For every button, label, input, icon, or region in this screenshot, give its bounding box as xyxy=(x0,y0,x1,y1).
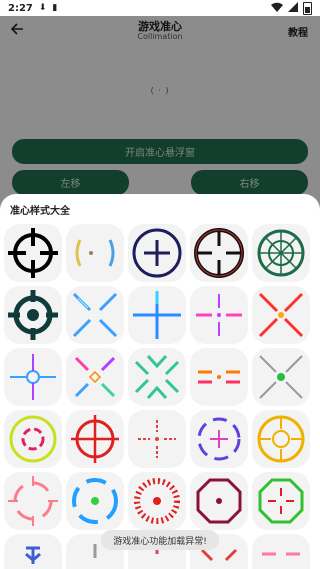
toast-message: 游戏准心功能加载异常! xyxy=(101,530,219,550)
crosshair-icon xyxy=(194,228,244,278)
crosshair-style-item[interactable] xyxy=(128,286,186,344)
crosshair-style-item[interactable] xyxy=(252,224,310,282)
crosshair-icon xyxy=(132,228,182,278)
sheet-title: 准心样式大全 xyxy=(10,206,70,217)
crosshair-icon xyxy=(198,370,240,384)
crosshair-icon xyxy=(262,552,300,556)
battery-icon xyxy=(303,1,312,15)
crosshair-style-item[interactable] xyxy=(4,224,62,282)
crosshair-style-item[interactable] xyxy=(128,224,186,282)
crosshair-style-item[interactable] xyxy=(190,348,248,406)
crosshair-icon xyxy=(196,478,242,524)
crosshair-icon xyxy=(8,476,58,526)
crosshair-icon xyxy=(259,355,303,399)
crosshair-icon xyxy=(257,415,305,463)
crosshair-icon xyxy=(134,478,180,524)
crosshair-style-item[interactable] xyxy=(190,410,248,468)
crosshair-icon xyxy=(8,290,58,340)
crosshair-icon xyxy=(133,291,181,339)
crosshair-style-item[interactable] xyxy=(4,410,62,468)
crosshair-style-item[interactable] xyxy=(4,472,62,530)
signal-icon xyxy=(288,1,298,15)
crosshair-style-item[interactable] xyxy=(252,534,310,569)
crosshair-icon xyxy=(71,415,119,463)
crosshair-style-item[interactable] xyxy=(66,224,124,282)
sim-icon: ▮ xyxy=(52,3,58,13)
crosshair-style-item[interactable] xyxy=(252,348,310,406)
status-time: 2:27 xyxy=(8,2,33,14)
wifi-icon xyxy=(271,2,283,15)
crosshair-style-item[interactable] xyxy=(66,348,124,406)
crosshair-style-item[interactable] xyxy=(128,472,186,530)
crosshair-icon xyxy=(257,229,305,277)
crosshair-style-item[interactable] xyxy=(66,410,124,468)
crosshair-icon xyxy=(10,354,56,400)
crosshair-style-item[interactable] xyxy=(190,224,248,282)
crosshair-style-item[interactable] xyxy=(128,348,186,406)
crosshair-style-item[interactable] xyxy=(66,472,124,530)
status-bar: 2:27 ⬇ ▮ xyxy=(0,0,320,16)
crosshair-icon xyxy=(197,417,241,461)
crosshair-style-item[interactable] xyxy=(190,286,248,344)
crosshair-icon xyxy=(258,478,304,524)
crosshair-icon xyxy=(75,239,115,267)
crosshair-icon xyxy=(25,546,41,564)
crosshair-icon xyxy=(134,354,180,400)
crosshair-style-item[interactable] xyxy=(66,286,124,344)
crosshair-style-item[interactable] xyxy=(128,410,186,468)
crosshair-icon xyxy=(8,228,58,278)
crosshair-style-item[interactable] xyxy=(252,286,310,344)
crosshair-icon xyxy=(9,415,57,463)
crosshair-icon xyxy=(138,420,176,458)
crosshair-icon xyxy=(72,478,118,524)
crosshair-style-item[interactable] xyxy=(252,472,310,530)
crosshair-icon xyxy=(196,294,242,336)
crosshair-style-item[interactable] xyxy=(4,286,62,344)
download-icon: ⬇ xyxy=(38,3,47,13)
crosshair-icon xyxy=(74,356,116,398)
crosshair-icon xyxy=(258,292,304,338)
crosshair-icon xyxy=(72,292,118,338)
crosshair-style-sheet: 准心样式大全 xyxy=(0,194,320,569)
crosshair-style-item[interactable] xyxy=(4,348,62,406)
crosshair-style-item[interactable] xyxy=(190,472,248,530)
crosshair-style-item[interactable] xyxy=(4,534,62,569)
crosshair-style-item[interactable] xyxy=(252,410,310,468)
